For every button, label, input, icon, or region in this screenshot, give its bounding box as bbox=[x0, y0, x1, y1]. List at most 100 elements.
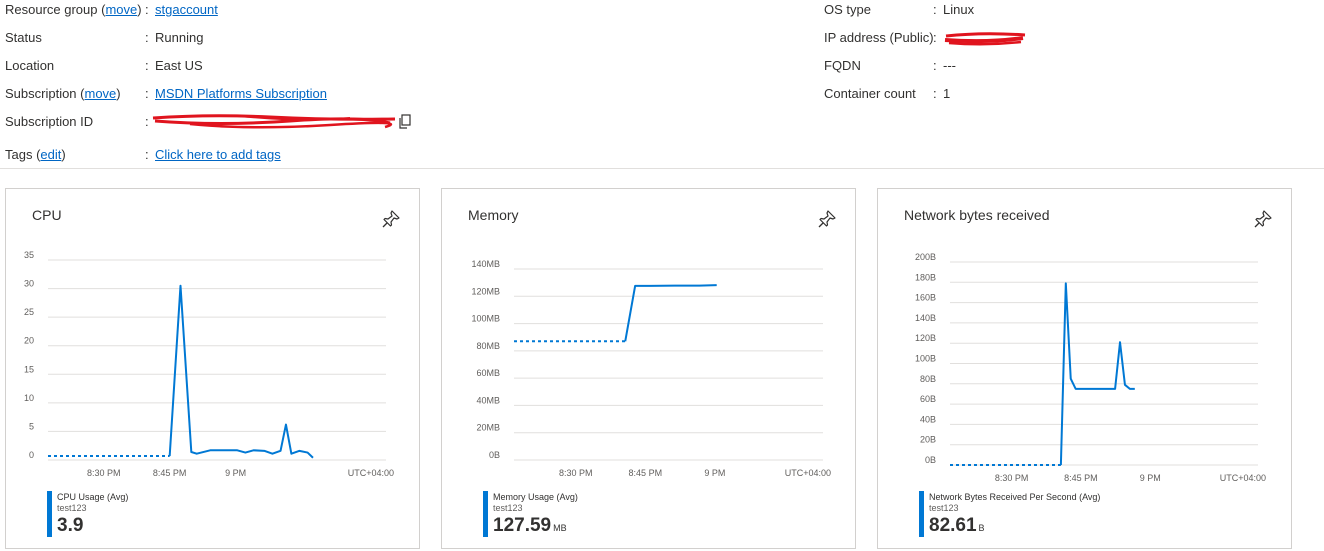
fqdn-label: FQDN bbox=[824, 58, 861, 73]
y-tick-label: 140MB bbox=[471, 259, 500, 269]
memory-chart: 0B 20MB 40MB 60MB 80MB 100MB 120MB 140MB 8:30 PM… bbox=[471, 259, 831, 478]
y-tick-label: 140B bbox=[915, 313, 936, 323]
summary-value: 127.59 bbox=[493, 515, 552, 536]
y-tick-label: 160B bbox=[915, 293, 936, 303]
y-tick-label: 30 bbox=[24, 279, 34, 289]
series-line bbox=[624, 284, 717, 342]
essentials-panel: Resource group (move) : stgaccount Statu… bbox=[0, 0, 1324, 168]
colon: : bbox=[933, 58, 937, 73]
cpu-chart: 0 5 10 15 20 25 30 35 8:30 PM 8:45 PM 9 PM UTC+04:0… bbox=[24, 250, 394, 478]
status-value: Running bbox=[155, 30, 204, 45]
colon: : bbox=[145, 86, 149, 101]
y-tick-label: 100MB bbox=[471, 314, 500, 324]
fqdn-value: --- bbox=[943, 58, 956, 73]
y-tick-label: 40B bbox=[920, 414, 936, 424]
y-tick-label: 120MB bbox=[471, 286, 500, 296]
add-tags-link[interactable]: Click here to add tags bbox=[155, 146, 281, 164]
y-tick-label: 120B bbox=[915, 333, 936, 343]
network-chart: 0B 20B 40B 60B 80B 100B 120B 140B 160B 180B 200B 8:… bbox=[915, 252, 1266, 483]
timezone-label: UTC+04:00 bbox=[1220, 473, 1266, 483]
y-tick-label: 80B bbox=[920, 374, 936, 384]
legend-series-name: Memory Usage (Avg) bbox=[493, 492, 578, 502]
colon: : bbox=[145, 114, 149, 129]
x-tick-label: 8:30 PM bbox=[995, 473, 1029, 483]
colon: : bbox=[145, 30, 149, 45]
colon: : bbox=[933, 2, 937, 17]
status-label: Status bbox=[5, 30, 42, 45]
y-tick-label: 20MB bbox=[476, 423, 500, 433]
network-tile[interactable]: Network bytes received 0B 20B 40B 60B 80B 100… bbox=[877, 188, 1292, 549]
x-tick-label: 8:30 PM bbox=[87, 468, 121, 478]
memory-tile[interactable]: Memory 0B 20MB 40MB 60MB 80MB 100MB 120MB 140MB… bbox=[441, 188, 856, 549]
ip-address-redaction bbox=[944, 32, 1026, 46]
y-tick-label: 80MB bbox=[476, 341, 500, 351]
y-tick-label: 40MB bbox=[476, 395, 500, 405]
tags-edit-link[interactable]: edit bbox=[40, 147, 61, 162]
container-count-value: 1 bbox=[943, 86, 951, 101]
ip-address-label: IP address (Public) bbox=[824, 30, 934, 45]
subscription-value-link[interactable]: MSDN Platforms Subscription bbox=[155, 85, 327, 103]
cpu-tile[interactable]: CPU 0 5 10 15 20 25 30 35 8:30 PM 8:45 PM 9 PM UTC+… bbox=[5, 188, 420, 549]
legend-summary: 127.59 MB bbox=[493, 515, 567, 537]
summary-unit: B bbox=[978, 523, 985, 533]
subscription-move-link[interactable]: move bbox=[85, 86, 117, 101]
colon: : bbox=[145, 2, 149, 17]
legend-summary: 82.61 B bbox=[929, 515, 985, 537]
y-tick-label: 180B bbox=[915, 272, 936, 282]
legend-color-bar bbox=[483, 491, 488, 537]
x-tick-label: 8:45 PM bbox=[629, 468, 663, 478]
section-divider bbox=[0, 168, 1324, 169]
resource-group-label: Resource group (move) bbox=[5, 2, 142, 17]
x-tick-label: 9 PM bbox=[704, 468, 725, 478]
container-count-label: Container count bbox=[824, 86, 916, 101]
timezone-label: UTC+04:00 bbox=[348, 468, 394, 478]
os-type-label: OS type bbox=[824, 2, 871, 17]
legend-resource-name: test123 bbox=[929, 503, 959, 513]
resource-group-value-link[interactable]: stgaccount bbox=[155, 1, 218, 19]
colon: : bbox=[145, 147, 149, 162]
y-tick-label: 10 bbox=[24, 393, 34, 403]
x-tick-label: 8:30 PM bbox=[559, 468, 593, 478]
colon: : bbox=[933, 86, 937, 101]
x-tick-label: 9 PM bbox=[1140, 473, 1161, 483]
legend-resource-name: test123 bbox=[57, 503, 87, 513]
y-tick-label: 20 bbox=[24, 336, 34, 346]
summary-value: 82.61 bbox=[929, 515, 977, 536]
colon: : bbox=[145, 58, 149, 73]
x-tick-label: 8:45 PM bbox=[153, 468, 187, 478]
x-tick-label: 8:45 PM bbox=[1064, 473, 1098, 483]
subscription-id-label: Subscription ID bbox=[5, 114, 94, 129]
y-tick-label: 20B bbox=[920, 435, 936, 445]
colon: : bbox=[933, 30, 937, 45]
y-tick-label: 35 bbox=[24, 250, 34, 260]
timezone-label: UTC+04:00 bbox=[785, 468, 831, 478]
summary-value: 3.9 bbox=[57, 515, 84, 536]
legend-resource-name: test123 bbox=[493, 503, 523, 513]
legend-series-name: CPU Usage (Avg) bbox=[57, 492, 129, 502]
legend-color-bar bbox=[919, 491, 924, 537]
y-tick-label: 25 bbox=[24, 307, 34, 317]
legend-summary: 3.9 bbox=[57, 515, 85, 537]
location-value: East US bbox=[155, 58, 203, 73]
legend-series-name: Network Bytes Received Per Second (Avg) bbox=[929, 492, 1101, 502]
copy-icon[interactable] bbox=[398, 114, 412, 130]
y-tick-label: 100B bbox=[915, 354, 936, 364]
legend-color-bar bbox=[47, 491, 52, 537]
y-tick-label: 5 bbox=[29, 421, 34, 431]
os-type-value: Linux bbox=[943, 2, 975, 17]
y-tick-label: 0 bbox=[29, 450, 34, 460]
summary-unit: MB bbox=[553, 523, 567, 533]
y-tick-label: 200B bbox=[915, 252, 936, 262]
location-label: Location bbox=[5, 58, 55, 73]
resource-group-move-link[interactable]: move bbox=[105, 2, 137, 17]
y-tick-label: 60B bbox=[920, 394, 936, 404]
x-tick-label: 9 PM bbox=[225, 468, 246, 478]
y-tick-label: 60MB bbox=[476, 368, 500, 378]
subscription-label: Subscription (move) bbox=[5, 86, 121, 101]
y-tick-label: 0B bbox=[925, 455, 936, 465]
subscription-id-redaction bbox=[152, 114, 396, 129]
series-line bbox=[1059, 282, 1135, 466]
y-tick-label: 15 bbox=[24, 364, 34, 374]
y-tick-label: 0B bbox=[489, 450, 500, 460]
tags-label: Tags (edit) bbox=[5, 147, 66, 162]
